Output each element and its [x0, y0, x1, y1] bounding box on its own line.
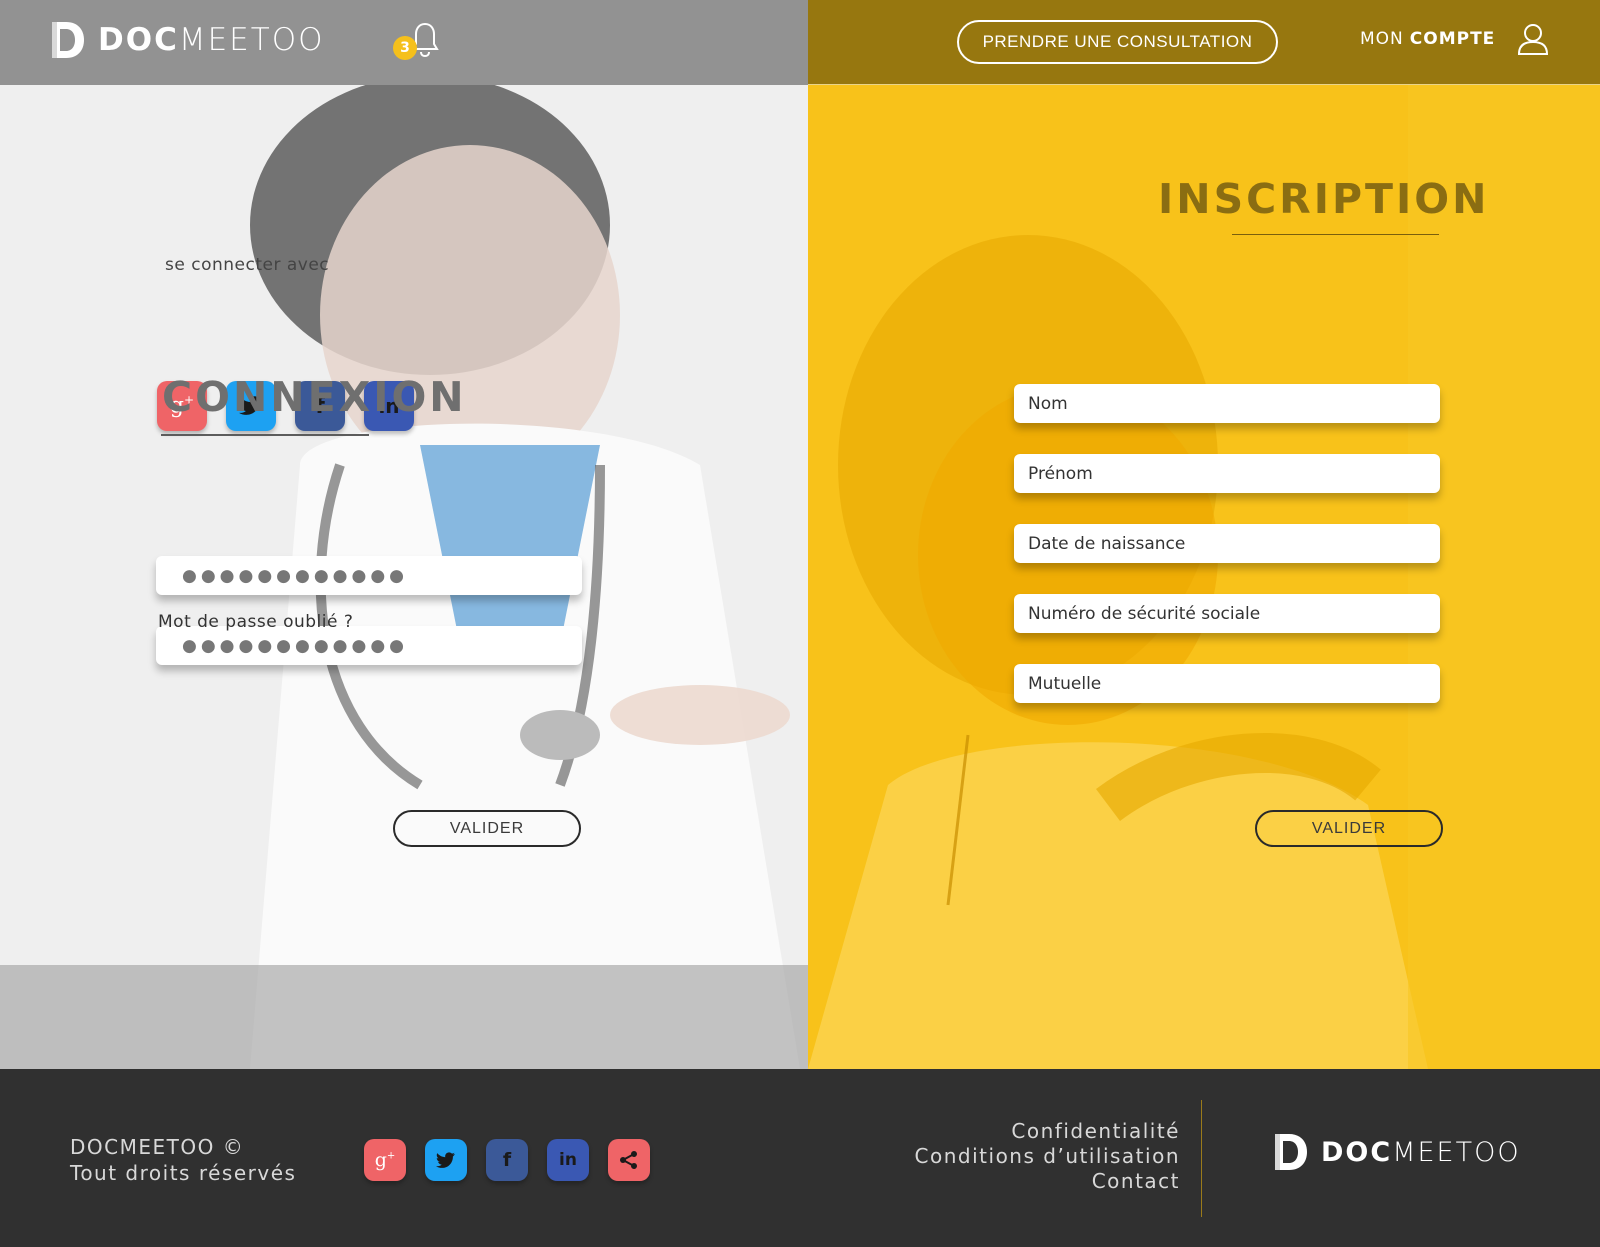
- signup-social-security-field[interactable]: [1014, 594, 1440, 633]
- book-consultation-button[interactable]: PRENDRE UNE CONSULTATION: [957, 20, 1278, 64]
- footer-docmeetoo-logo[interactable]: DOCMEETOO: [1273, 1132, 1521, 1172]
- footer-share-button[interactable]: [608, 1139, 650, 1181]
- login-identifier-value: ●●●●●●●●●●●●: [182, 565, 409, 586]
- top-navbar: DOCMEETOO 3 PRENDRE UNE CONSULTATION MON…: [0, 0, 1600, 85]
- footer-google-plus-link[interactable]: g+: [364, 1139, 406, 1181]
- my-account-link[interactable]: MON COMPTE: [1360, 22, 1549, 56]
- footer-divider: [1201, 1100, 1202, 1217]
- login-submit-button[interactable]: VALIDER: [393, 810, 581, 847]
- footer-logo-text: DOCMEETOO: [1321, 1136, 1521, 1168]
- copyright: DOCMEETOO © Tout droits réservés: [70, 1134, 296, 1186]
- login-title: CONNEXION: [162, 373, 467, 421]
- footer-linkedin-link[interactable]: in: [547, 1139, 589, 1181]
- contact-link[interactable]: Contact: [915, 1169, 1180, 1194]
- footer-twitter-link[interactable]: [425, 1139, 467, 1181]
- copyright-line2: Tout droits réservés: [70, 1161, 297, 1185]
- footer-links: Confidentialité Conditions d’utilisation…: [915, 1119, 1180, 1194]
- signup-firstname-input[interactable]: [1014, 454, 1440, 493]
- login-password-value: ●●●●●●●●●●●●: [182, 635, 409, 656]
- terms-link[interactable]: Conditions d’utilisation: [915, 1144, 1180, 1169]
- docmeetoo-logo[interactable]: DOCMEETOO: [50, 20, 325, 60]
- signup-birthdate-input[interactable]: [1014, 524, 1440, 563]
- linkedin-icon: in: [559, 1150, 577, 1170]
- patient-photo-background: [808, 85, 1600, 1069]
- signup-lastname-input[interactable]: [1014, 384, 1440, 423]
- signup-insurance-input[interactable]: [1014, 664, 1440, 703]
- privacy-link[interactable]: Confidentialité: [915, 1119, 1180, 1144]
- notifications-button[interactable]: 3: [393, 22, 441, 62]
- facebook-icon: f: [502, 1149, 512, 1171]
- account-label-prefix: MON: [1360, 29, 1404, 49]
- signup-insurance-field[interactable]: [1014, 664, 1440, 703]
- signup-submit-button[interactable]: VALIDER: [1255, 810, 1443, 847]
- footer-social-links: g+ f in: [364, 1139, 650, 1181]
- twitter-icon: [436, 1151, 455, 1168]
- footer: DOCMEETOO © Tout droits réservés g+ f in: [0, 1069, 1600, 1247]
- login-identifier-field[interactable]: ●●●●●●●●●●●●: [156, 556, 582, 595]
- login-title-underline: [161, 434, 369, 436]
- signup-panel: [808, 85, 1600, 1069]
- account-label-strong: COMPTE: [1409, 29, 1496, 49]
- user-icon: [1518, 24, 1549, 55]
- signup-birthdate-field[interactable]: [1014, 524, 1440, 563]
- google-plus-icon: g+: [374, 1149, 396, 1171]
- logo-d-icon: [50, 20, 86, 60]
- logo-d-icon: [1273, 1132, 1309, 1172]
- notification-count-badge: 3: [393, 36, 417, 60]
- footer-facebook-link[interactable]: f: [486, 1139, 528, 1181]
- signup-title: INSCRIPTION: [1158, 175, 1490, 223]
- signup-firstname-field[interactable]: [1014, 454, 1440, 493]
- social-login-label: se connecter avec: [165, 255, 330, 275]
- forgot-password-link[interactable]: Mot de passe oublié ?: [158, 612, 353, 632]
- signup-social-security-input[interactable]: [1014, 594, 1440, 633]
- copyright-line1: DOCMEETOO ©: [70, 1135, 245, 1159]
- logo-text: DOCMEETOO: [98, 22, 325, 58]
- share-icon: [620, 1151, 637, 1169]
- signup-title-underline: [1232, 234, 1439, 235]
- signup-lastname-field[interactable]: [1014, 384, 1440, 423]
